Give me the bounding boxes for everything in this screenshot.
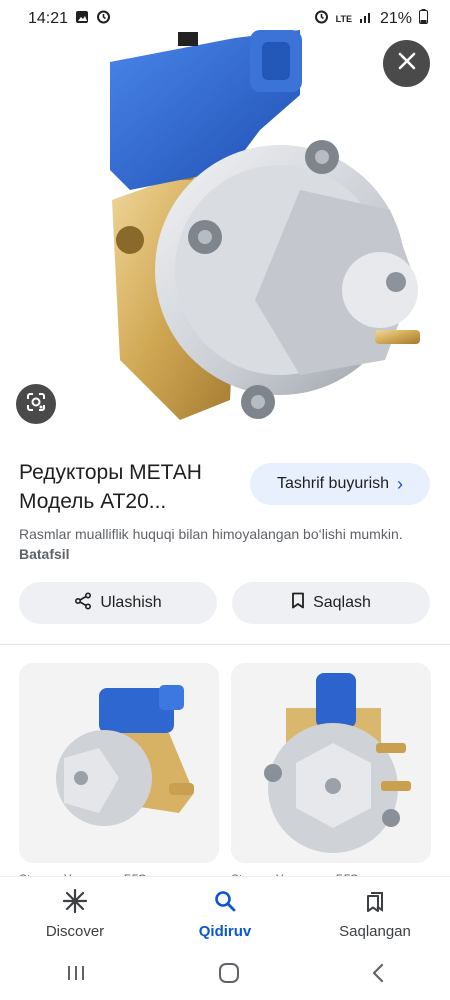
copyright-notice: Rasmlar mualliflik huquqi bilan himoyala… (19, 526, 403, 562)
save-button[interactable]: Saqlash (232, 582, 430, 624)
share-icon (74, 591, 92, 615)
result-title[interactable]: Редукторы МЕТАН Модель АТ20... (19, 458, 239, 516)
status-bar: 14:21 LTE 21% (0, 0, 450, 38)
save-label: Saqlash (313, 594, 371, 611)
visit-label: Tashrif buyurish (276, 475, 390, 492)
clock: 14:21 (28, 10, 69, 27)
nav-discover[interactable]: Discover (10, 888, 140, 940)
alarm-icon (96, 9, 111, 29)
bookmark-icon (291, 592, 305, 614)
battery-icon (419, 9, 428, 29)
nav-search[interactable]: Qidiruv (160, 889, 290, 940)
nav-search-label: Qidiruv (198, 923, 252, 940)
learn-more-link[interactable]: Batafsil (19, 546, 70, 562)
related-image[interactable] (231, 663, 431, 863)
close-button[interactable] (383, 40, 430, 87)
visit-button[interactable]: Tashrif buyurish › (250, 463, 430, 505)
close-icon (397, 51, 417, 76)
home-button[interactable] (218, 962, 240, 989)
share-label: Ulashish (100, 594, 162, 611)
back-button[interactable] (371, 963, 385, 988)
google-lens-button[interactable] (16, 384, 56, 424)
regulator-thumbnail (19, 663, 219, 863)
asterisk-icon (62, 888, 88, 917)
gallery-icon (75, 10, 89, 29)
nav-discover-label: Discover (45, 923, 105, 940)
share-button[interactable]: Ulashish (19, 582, 217, 624)
regulator-thumbnail (231, 663, 431, 863)
system-navigation-bar (0, 950, 450, 1000)
alarm-icon (314, 9, 329, 29)
network-type: LTE (335, 14, 352, 24)
divider (0, 644, 450, 645)
collections-icon (363, 889, 387, 917)
nav-saved-label: Saqlangan (339, 923, 411, 940)
chevron-right-icon: › (397, 473, 404, 494)
nav-saved[interactable]: Saqlangan (310, 889, 440, 940)
signal-icon (359, 10, 373, 28)
related-image[interactable] (19, 663, 219, 863)
search-icon (213, 889, 237, 917)
recent-apps-button[interactable] (65, 964, 87, 987)
google-lens-icon (25, 391, 47, 418)
bottom-navigation: Discover Qidiruv Saqlangan (0, 876, 450, 950)
battery-level: 21% (379, 10, 412, 27)
